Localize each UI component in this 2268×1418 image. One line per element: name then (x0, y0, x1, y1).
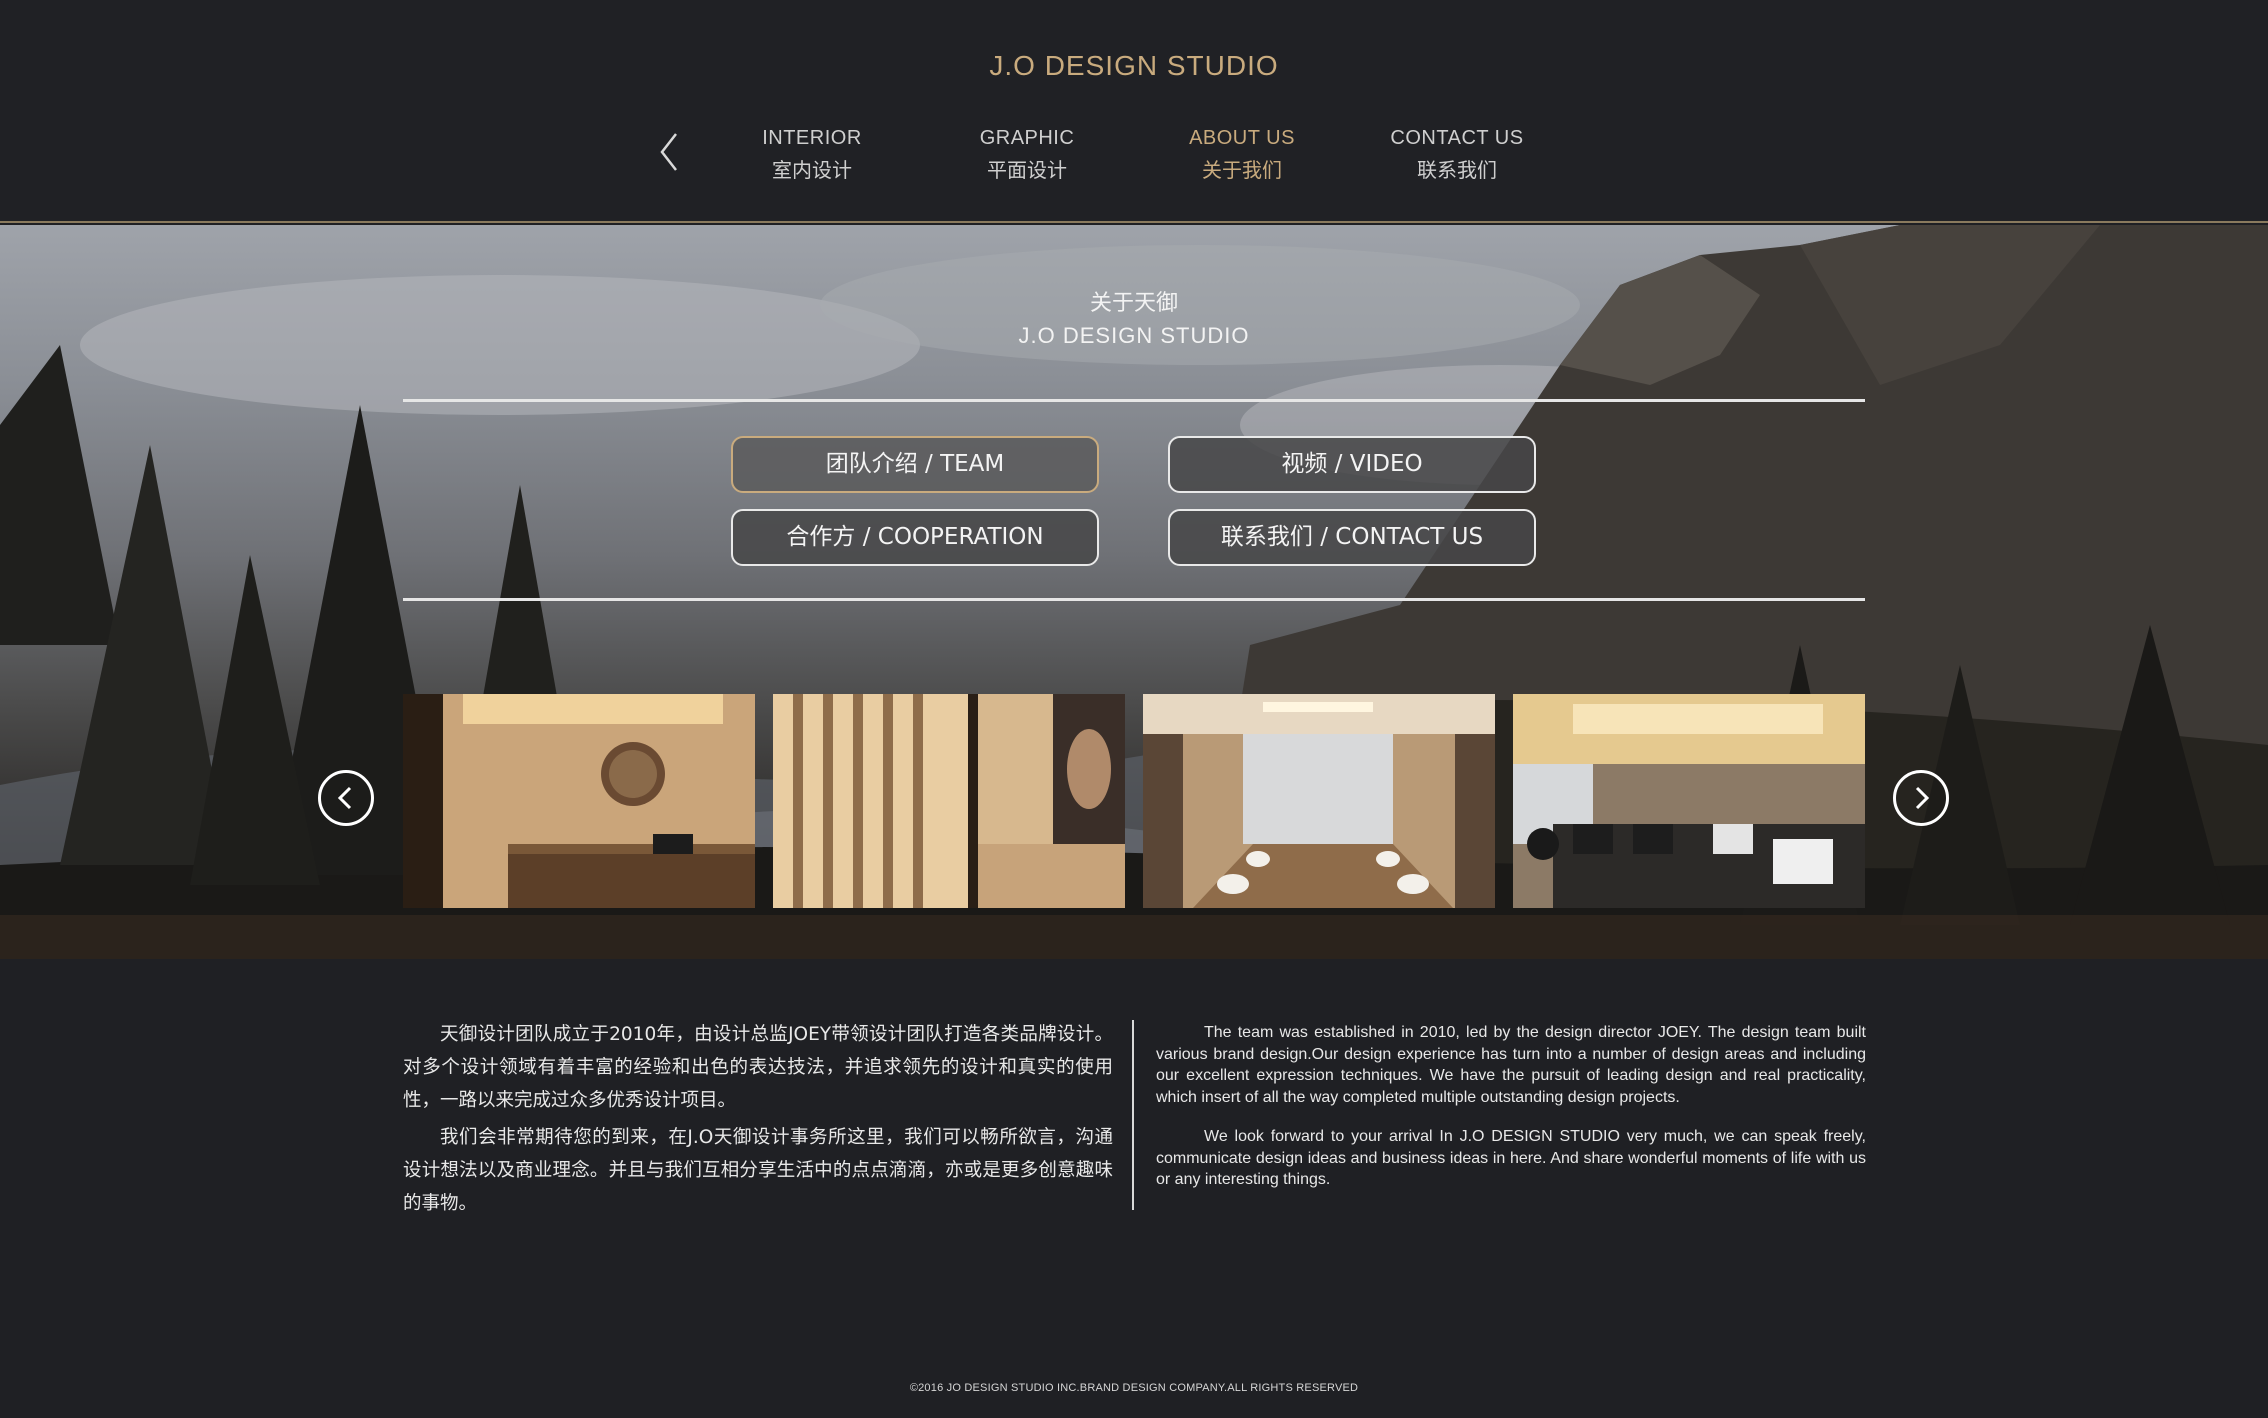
gallery-image-hallway[interactable] (773, 694, 1125, 908)
nav-item-contact-us[interactable]: CONTACT US 联系我们 (1357, 127, 1557, 183)
nav-item-about-us[interactable]: ABOUT US 关于我们 (1142, 127, 1342, 183)
hero-title: 关于天御 J.O DESIGN STUDIO (0, 285, 2268, 349)
carousel-prev-icon[interactable] (318, 770, 374, 826)
about-paragraph-en: We look forward to your arrival In J.O D… (1156, 1127, 1866, 1189)
nav-label-cn: 平面设计 (987, 158, 1067, 182)
gallery-image-meeting-room[interactable] (1143, 694, 1495, 908)
about-paragraph-en: The team was established in 2010, led by… (1156, 1024, 1866, 1107)
hero-divider-top (403, 399, 1865, 402)
gallery-image-office[interactable] (1513, 694, 1865, 908)
gallery-image-reception[interactable] (403, 694, 755, 908)
team-button[interactable]: 团队介绍 / TEAM (731, 436, 1099, 493)
video-button[interactable]: 视频 / VIDEO (1168, 436, 1536, 493)
nav-label-en: CONTACT US (1390, 127, 1524, 149)
about-text-en: The team was established in 2010, led by… (1156, 1022, 1866, 1208)
nav-label-cn: 室内设计 (772, 158, 852, 182)
hero-section: 关于天御 J.O DESIGN STUDIO 团队介绍 / TEAM 视频 / … (0, 225, 2268, 959)
site-header: J.O DESIGN STUDIO INTERIOR 室内设计 GRAPHIC … (0, 0, 2268, 223)
column-divider (1132, 1020, 1134, 1210)
contact-us-button[interactable]: 联系我们 / CONTACT US (1168, 509, 1536, 566)
nav-item-interior[interactable]: INTERIOR 室内设计 (712, 127, 912, 183)
about-text-cn: 天御设计团队成立于2010年，由设计总监JOEY带领设计团队打造各类品牌设计。对… (403, 1018, 1113, 1224)
nav-label-cn: 关于我们 (1202, 158, 1282, 182)
about-paragraph-cn: 天御设计团队成立于2010年，由设计总监JOEY带领设计团队打造各类品牌设计。对… (403, 1024, 1113, 1111)
main-nav: INTERIOR 室内设计 GRAPHIC 平面设计 ABOUT US 关于我们… (0, 127, 2268, 187)
cooperation-button[interactable]: 合作方 / COOPERATION (731, 509, 1099, 566)
about-section: 天御设计团队成立于2010年，由设计总监JOEY带领设计团队打造各类品牌设计。对… (0, 960, 2268, 1418)
nav-label-en: GRAPHIC (979, 127, 1075, 149)
hero-divider-bottom (403, 598, 1865, 601)
hero-title-cn: 关于天御 (1089, 291, 1178, 316)
brand-logo[interactable]: J.O DESIGN STUDIO (0, 50, 2268, 82)
hero-title-en: J.O DESIGN STUDIO (1018, 323, 1250, 348)
nav-label-en: INTERIOR (762, 127, 862, 149)
nav-item-graphic[interactable]: GRAPHIC 平面设计 (927, 127, 1127, 183)
carousel-next-icon[interactable] (1893, 770, 1949, 826)
nav-label-en: ABOUT US (1189, 127, 1295, 149)
about-paragraph-cn: 我们会非常期待您的到来，在J.O天御设计事务所这里，我们可以畅所欲言，沟通设计想… (403, 1127, 1113, 1214)
nav-label-cn: 联系我们 (1417, 158, 1497, 182)
copyright-footer: ©2016 JO DESIGN STUDIO INC.BRAND DESIGN … (909, 1382, 1359, 1394)
